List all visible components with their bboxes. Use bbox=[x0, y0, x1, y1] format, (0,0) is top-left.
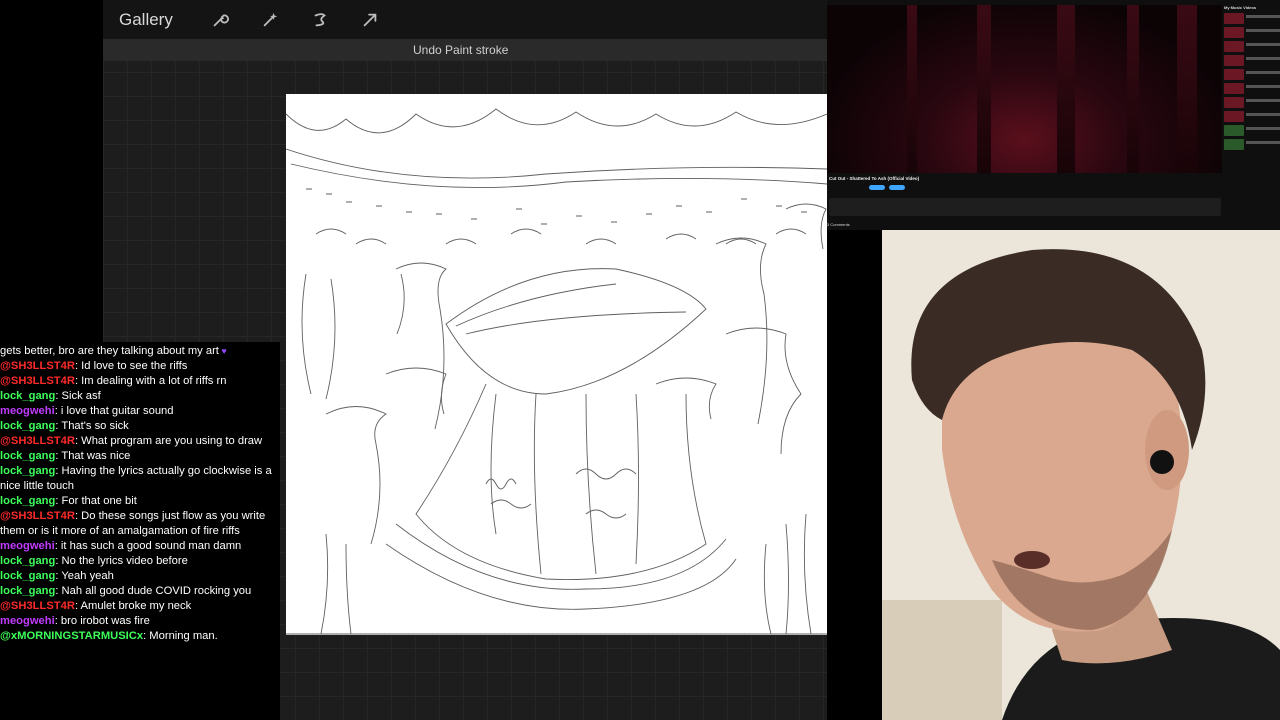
related-videos-sidebar: My Music Videos bbox=[1224, 5, 1280, 230]
chat-message: lock_gang: That's so sick bbox=[0, 419, 280, 434]
related-video[interactable] bbox=[1224, 111, 1280, 122]
chat-message: meogwehi: i love that guitar sound bbox=[0, 404, 280, 419]
join-button[interactable] bbox=[889, 185, 905, 190]
transform-arrow-icon[interactable] bbox=[345, 0, 395, 39]
chat-text: : Sick asf bbox=[55, 390, 101, 402]
tree-trunk bbox=[1177, 5, 1197, 173]
related-video[interactable] bbox=[1224, 83, 1280, 94]
comments-count: 3 Comments bbox=[827, 222, 850, 227]
chat-text: : What program are you using to draw bbox=[74, 435, 263, 447]
chat-message: lock_gang: No the lyrics video before bbox=[0, 554, 280, 569]
video-thumbnail bbox=[1224, 125, 1244, 136]
chat-username[interactable]: lock_gang bbox=[0, 390, 55, 402]
chat-username[interactable]: lock_gang bbox=[0, 555, 55, 567]
chat-username[interactable]: @SH3LLST4R bbox=[0, 360, 75, 372]
video-thumbnail bbox=[1224, 97, 1244, 108]
video-thumbnail bbox=[1224, 41, 1244, 52]
chat-text: : Amulet broke my neck bbox=[74, 600, 192, 612]
chat-message: meogwehi: it has such a good sound man d… bbox=[0, 539, 280, 554]
chat-text: : Im dealing with a lot of riffs rn bbox=[74, 375, 227, 387]
chat-username[interactable]: lock_gang bbox=[0, 420, 55, 432]
pencil-sketch bbox=[286, 108, 827, 635]
chat-username[interactable]: lock_gang bbox=[0, 495, 55, 507]
undo-status-bar: Undo Paint stroke bbox=[103, 39, 827, 61]
related-video[interactable] bbox=[1224, 69, 1280, 80]
chat-username[interactable]: @SH3LLST4R bbox=[0, 375, 75, 387]
chat-text: : No the lyrics video before bbox=[55, 555, 188, 567]
chat-username[interactable]: @SH3LLST4R bbox=[0, 435, 75, 447]
top-toolbar: Gallery bbox=[103, 0, 827, 39]
chat-text: : That's so sick bbox=[55, 420, 129, 432]
related-video[interactable] bbox=[1224, 97, 1280, 108]
chat-message: meogwehi: bro irobot was fire bbox=[0, 614, 280, 629]
chat-username[interactable]: meogwehi bbox=[0, 615, 55, 627]
video-title: Cut Out - Shattered To Ash (Official Vid… bbox=[829, 176, 920, 181]
tree-trunk bbox=[907, 5, 917, 173]
selection-icon[interactable] bbox=[295, 0, 345, 39]
sidebar-heading: My Music Videos bbox=[1224, 5, 1257, 10]
chat-text: : bro irobot was fire bbox=[54, 615, 150, 627]
chat-text: : Id love to see the riffs bbox=[74, 360, 188, 372]
chat-text: : For that one bit bbox=[55, 495, 137, 507]
chat-message: lock_gang: Nah all good dude COVID rocki… bbox=[0, 584, 280, 599]
chat-username[interactable]: lock_gang bbox=[0, 450, 55, 462]
chat-message: @SH3LLST4R: What program are you using t… bbox=[0, 434, 280, 449]
subscribe-button[interactable] bbox=[869, 185, 885, 190]
related-video[interactable] bbox=[1224, 139, 1280, 150]
chat-message: lock_gang: Yeah yeah bbox=[0, 569, 280, 584]
chat-text: : i love that guitar sound bbox=[54, 405, 174, 417]
video-description[interactable] bbox=[829, 198, 1221, 216]
stream-chat: gets better, bro are they talking about … bbox=[0, 342, 280, 720]
chat-message: lock_gang: That was nice bbox=[0, 449, 280, 464]
tree-trunk bbox=[1057, 5, 1075, 173]
chat-text: : That was nice bbox=[55, 450, 131, 462]
chat-username[interactable]: lock_gang bbox=[0, 585, 55, 597]
heart-emote-icon: ♥ bbox=[218, 346, 227, 356]
drawing-canvas[interactable] bbox=[286, 94, 827, 635]
streamer-silhouette bbox=[882, 230, 1280, 720]
related-video[interactable] bbox=[1224, 41, 1280, 52]
video-thumbnail bbox=[1224, 139, 1244, 150]
related-video[interactable] bbox=[1224, 13, 1280, 24]
chat-text: : it has such a good sound man damn bbox=[54, 540, 242, 552]
chat-message: @xMORNINGSTARMUSICx: Morning man. bbox=[0, 629, 280, 644]
video-thumbnail bbox=[1224, 69, 1244, 80]
chat-text: : Nah all good dude COVID rocking you bbox=[55, 585, 252, 597]
youtube-overlay: Cut Out - Shattered To Ash (Official Vid… bbox=[827, 0, 1280, 230]
chat-username[interactable]: meogwehi bbox=[0, 405, 55, 417]
related-video[interactable] bbox=[1224, 27, 1280, 38]
webcam-feed bbox=[882, 230, 1280, 720]
related-video[interactable] bbox=[1224, 125, 1280, 136]
music-video-player[interactable] bbox=[827, 5, 1222, 173]
tree-trunk bbox=[1127, 5, 1139, 173]
chat-message: lock_gang: Sick asf bbox=[0, 389, 280, 404]
chat-message: @SH3LLST4R: Im dealing with a lot of rif… bbox=[0, 374, 280, 389]
chat-message: @SH3LLST4R: Do these songs just flow as … bbox=[0, 509, 280, 539]
chat-message: @SH3LLST4R: Amulet broke my neck bbox=[0, 599, 280, 614]
chat-username[interactable]: @SH3LLST4R bbox=[0, 510, 75, 522]
chat-message: @SH3LLST4R: Id love to see the riffs bbox=[0, 359, 280, 374]
video-thumbnail bbox=[1224, 27, 1244, 38]
chat-message: lock_gang: Having the lyrics actually go… bbox=[0, 464, 280, 494]
wrench-icon[interactable] bbox=[195, 0, 245, 39]
chat-username[interactable]: meogwehi bbox=[0, 540, 55, 552]
video-thumbnail bbox=[1224, 55, 1244, 66]
chat-username[interactable]: @xMORNINGSTARMUSICx bbox=[0, 630, 143, 642]
magic-wand-icon[interactable] bbox=[245, 0, 295, 39]
related-video[interactable] bbox=[1224, 55, 1280, 66]
chat-username[interactable]: lock_gang bbox=[0, 570, 55, 582]
chat-text: gets better, bro are they talking about … bbox=[0, 345, 219, 357]
chat-message: lock_gang: For that one bit bbox=[0, 494, 280, 509]
undo-status-text: Undo Paint stroke bbox=[413, 43, 509, 57]
chat-text: : Yeah yeah bbox=[55, 570, 114, 582]
tree-trunk bbox=[977, 5, 991, 173]
chat-username[interactable]: lock_gang bbox=[0, 465, 55, 477]
chat-message: gets better, bro are they talking about … bbox=[0, 344, 280, 359]
gallery-button[interactable]: Gallery bbox=[119, 10, 173, 30]
video-thumbnail bbox=[1224, 13, 1244, 24]
chat-username[interactable]: @SH3LLST4R bbox=[0, 600, 75, 612]
video-thumbnail bbox=[1224, 83, 1244, 94]
chat-text: : Morning man. bbox=[143, 630, 218, 642]
video-thumbnail bbox=[1224, 111, 1244, 122]
